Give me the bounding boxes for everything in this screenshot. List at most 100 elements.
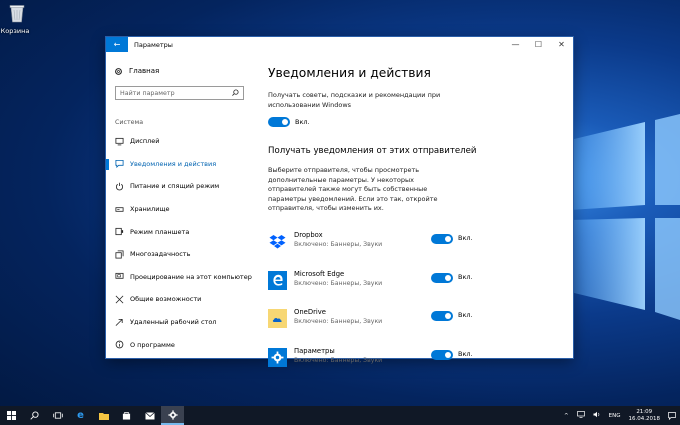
- sidebar-item-label: О программе: [130, 340, 175, 349]
- sidebar-item-label: Хранилище: [130, 205, 170, 214]
- folder-icon: [98, 412, 109, 420]
- sidebar-item-label: Общие возможности: [130, 295, 202, 304]
- power-icon: [115, 182, 124, 191]
- sender-name: Dropbox: [294, 231, 323, 239]
- clock-date: 16.04.2018: [628, 415, 661, 422]
- start-button[interactable]: [0, 406, 23, 425]
- search-button[interactable]: [23, 406, 46, 425]
- task-view-button[interactable]: [46, 406, 69, 425]
- tips-description: Получать советы, подсказки и рекомендаци…: [268, 91, 441, 109]
- task-view-icon: [52, 412, 63, 419]
- back-button[interactable]: ←: [106, 37, 128, 52]
- sender-status: Включено: Баннеры, Звуки: [294, 357, 383, 365]
- sender-dropbox[interactable]: Dropbox Включено: Баннеры, Звуки Вкл.: [268, 231, 478, 270]
- sidebar-item-label: Многозадачность: [130, 250, 191, 259]
- maximize-button[interactable]: ☐: [527, 37, 550, 52]
- remote-desktop-icon: [115, 318, 124, 327]
- sidebar-item-label: Удаленный рабочий стол: [130, 318, 217, 327]
- settings-gear-icon: [268, 348, 287, 368]
- settings-window: ← Параметры — ☐ ✕ Главная Найти параметр…: [106, 37, 573, 368]
- sidebar-item-label: Уведомления и действия: [130, 159, 217, 168]
- sidebar: Главная Найти параметр Система Дисплей У…: [106, 52, 256, 358]
- clock-time: 21:09: [636, 408, 653, 415]
- sender-info: Параметры Включено: Баннеры, Звуки: [294, 347, 431, 364]
- onedrive-icon: [268, 309, 287, 329]
- sender-name: Microsoft Edge: [294, 269, 345, 278]
- sidebar-item-display[interactable]: Дисплей: [106, 130, 256, 153]
- senders-heading: Получать уведомления от этих отправителе…: [268, 146, 477, 156]
- sidebar-item-label: Дисплей: [130, 137, 160, 146]
- sidebar-home-label: Главная: [129, 67, 160, 75]
- search-icon: [30, 411, 39, 420]
- store-icon: [122, 411, 131, 420]
- taskbar: e ^ ENG 21:09 16.04.2018: [0, 406, 680, 425]
- sender-toggle-label: Вкл.: [458, 350, 473, 359]
- sidebar-item-label: Питание и спящий режим: [130, 182, 220, 191]
- projecting-icon: [115, 272, 124, 281]
- show-hidden-icons-button[interactable]: ^: [564, 413, 569, 419]
- sidebar-item-storage[interactable]: Хранилище: [106, 198, 256, 221]
- language-indicator[interactable]: ENG: [609, 413, 621, 419]
- sender-name: OneDrive: [294, 308, 326, 317]
- gear-icon: [167, 409, 178, 420]
- taskbar-store[interactable]: [115, 406, 138, 425]
- tips-toggle-label: Вкл.: [295, 118, 310, 126]
- system-tray: ^ ENG 21:09 16.04.2018: [560, 406, 680, 425]
- sender-status: Включено: Баннеры, Звуки: [294, 241, 383, 248]
- sidebar-item-notifications[interactable]: Уведомления и действия: [106, 153, 256, 176]
- taskbar-edge[interactable]: e: [69, 406, 92, 425]
- sidebar-item-label: Проецирование на этот компьютер: [130, 272, 252, 281]
- taskbar-explorer[interactable]: [92, 406, 115, 425]
- sender-info: OneDrive Включено: Баннеры, Звуки: [294, 308, 431, 325]
- search-placeholder: Найти параметр: [120, 89, 175, 97]
- sender-toggle[interactable]: [431, 272, 453, 283]
- sender-onedrive[interactable]: OneDrive Включено: Баннеры, Звуки Вкл.: [268, 308, 478, 347]
- page-title: Уведомления и действия: [268, 66, 431, 80]
- sidebar-item-multitasking[interactable]: Многозадачность: [106, 243, 256, 266]
- sidebar-item-projecting[interactable]: Проецирование на этот компьютер: [106, 266, 256, 289]
- sender-toggle[interactable]: [431, 234, 453, 244]
- sender-status: Включено: Баннеры, Звуки: [294, 279, 383, 287]
- sender-info: Microsoft Edge Включено: Баннеры, Звуки: [294, 270, 431, 287]
- sidebar-item-remote-desktop[interactable]: Удаленный рабочий стол: [106, 311, 256, 334]
- volume-icon[interactable]: [593, 411, 601, 420]
- search-input[interactable]: Найти параметр: [115, 86, 244, 100]
- recycle-bin[interactable]: Корзина: [1, 3, 30, 35]
- sender-name: Параметры: [294, 347, 335, 356]
- sender-status: Включено: Баннеры, Звуки: [294, 318, 383, 326]
- windows-logo-icon: [7, 411, 16, 420]
- sidebar-item-shared[interactable]: Общие возможности: [106, 288, 256, 311]
- sidebar-home[interactable]: Главная: [106, 64, 256, 78]
- tips-toggle[interactable]: [268, 117, 290, 127]
- clock[interactable]: 21:09 16.04.2018: [629, 409, 661, 423]
- sender-toggle[interactable]: [431, 350, 453, 361]
- recycle-bin-icon: [9, 5, 25, 23]
- mail-icon: [144, 411, 155, 419]
- action-center-icon[interactable]: [664, 411, 680, 420]
- minimize-button[interactable]: —: [504, 37, 527, 52]
- sender-settings[interactable]: Параметры Включено: Баннеры, Звуки Вкл.: [268, 347, 478, 386]
- sender-toggle[interactable]: [431, 311, 453, 322]
- network-icon[interactable]: [576, 411, 585, 420]
- sender-toggle-label: Вкл.: [458, 234, 473, 242]
- sidebar-item-tablet[interactable]: Режим планшета: [106, 220, 256, 243]
- sender-info: Dropbox Включено: Баннеры, Звуки: [294, 231, 431, 248]
- display-icon: [115, 137, 124, 146]
- sidebar-nav: Дисплей Уведомления и действия Питание и…: [106, 130, 256, 356]
- sender-toggle-label: Вкл.: [458, 272, 473, 281]
- taskbar-mail[interactable]: [138, 406, 161, 425]
- edge-icon: [268, 270, 287, 290]
- about-icon: [115, 340, 124, 349]
- sidebar-item-label: Режим планшета: [130, 227, 190, 236]
- window-title: Параметры: [134, 40, 173, 49]
- sidebar-item-power[interactable]: Питание и спящий режим: [106, 175, 256, 198]
- title-bar[interactable]: ← Параметры — ☐ ✕: [106, 37, 573, 52]
- sidebar-item-about[interactable]: О программе: [106, 333, 256, 356]
- close-button[interactable]: ✕: [550, 37, 573, 52]
- taskbar-settings[interactable]: [161, 406, 184, 425]
- tips-toggle-row: Вкл.: [268, 117, 573, 127]
- tablet-icon: [115, 227, 124, 236]
- shared-icon: [115, 295, 124, 304]
- sender-edge[interactable]: Microsoft Edge Включено: Баннеры, Звуки …: [268, 270, 478, 309]
- dropbox-icon: [268, 232, 287, 251]
